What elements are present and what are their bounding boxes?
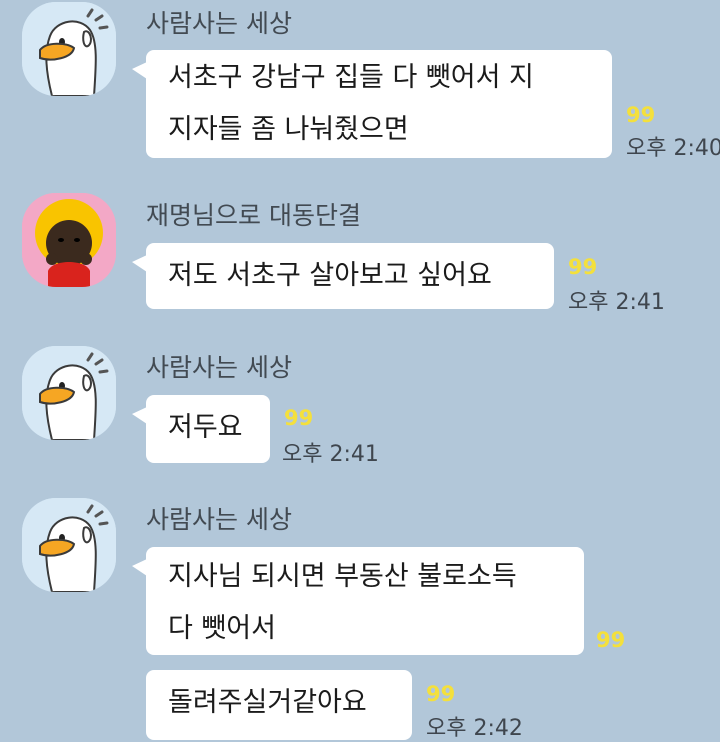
message-time: 오후 2:41 bbox=[568, 290, 665, 315]
afro-character-icon bbox=[22, 193, 116, 287]
sender-avatar[interactable] bbox=[22, 346, 116, 440]
message-time: 오후 2:40 bbox=[626, 136, 720, 161]
sender-name: 사람사는 세상 bbox=[146, 353, 292, 382]
message-text: 저도 서초구 살아보고 싶어요 bbox=[168, 260, 492, 291]
sender-name: 사람사는 세상 bbox=[146, 505, 292, 534]
message-bubble[interactable]: 서초구 강남구 집들 다 뺏어서 지 지자들 좀 나눠줬으면 bbox=[132, 50, 612, 158]
duck-icon bbox=[22, 498, 116, 592]
message-bubble[interactable]: 저두요 bbox=[132, 395, 270, 463]
sender-avatar[interactable] bbox=[22, 193, 116, 287]
sender-name: 사람사는 세상 bbox=[146, 9, 292, 38]
unread-count: 99 bbox=[426, 682, 456, 706]
message-time: 오후 2:42 bbox=[426, 716, 523, 741]
message-bubble[interactable]: 돌려주실거같아요 bbox=[146, 670, 412, 740]
unread-count: 99 bbox=[284, 406, 314, 430]
message-bubble[interactable]: 저도 서초구 살아보고 싶어요 bbox=[132, 243, 554, 309]
message-bubble[interactable]: 지사님 되시면 부동산 불로소득 다 뺏어서 bbox=[132, 547, 584, 655]
sender-name: 재명님으로 대동단결 bbox=[146, 201, 361, 230]
sender-avatar[interactable] bbox=[22, 2, 116, 96]
duck-icon bbox=[22, 2, 116, 96]
message-text: 지자들 좀 나눠줬으면 bbox=[168, 114, 409, 145]
duck-icon bbox=[22, 346, 116, 440]
message-text: 저두요 bbox=[168, 412, 243, 443]
unread-count: 99 bbox=[626, 103, 656, 127]
message-text: 지사님 되시면 부동산 불로소득 bbox=[168, 561, 517, 592]
message-text: 서초구 강남구 집들 다 뺏어서 지 bbox=[168, 62, 534, 93]
sender-avatar[interactable] bbox=[22, 498, 116, 592]
unread-count: 99 bbox=[568, 255, 598, 279]
message-time: 오후 2:41 bbox=[282, 442, 379, 467]
unread-count: 99 bbox=[596, 628, 626, 652]
message-text: 다 뺏어서 bbox=[168, 613, 276, 644]
message-text: 돌려주실거같아요 bbox=[168, 687, 367, 718]
